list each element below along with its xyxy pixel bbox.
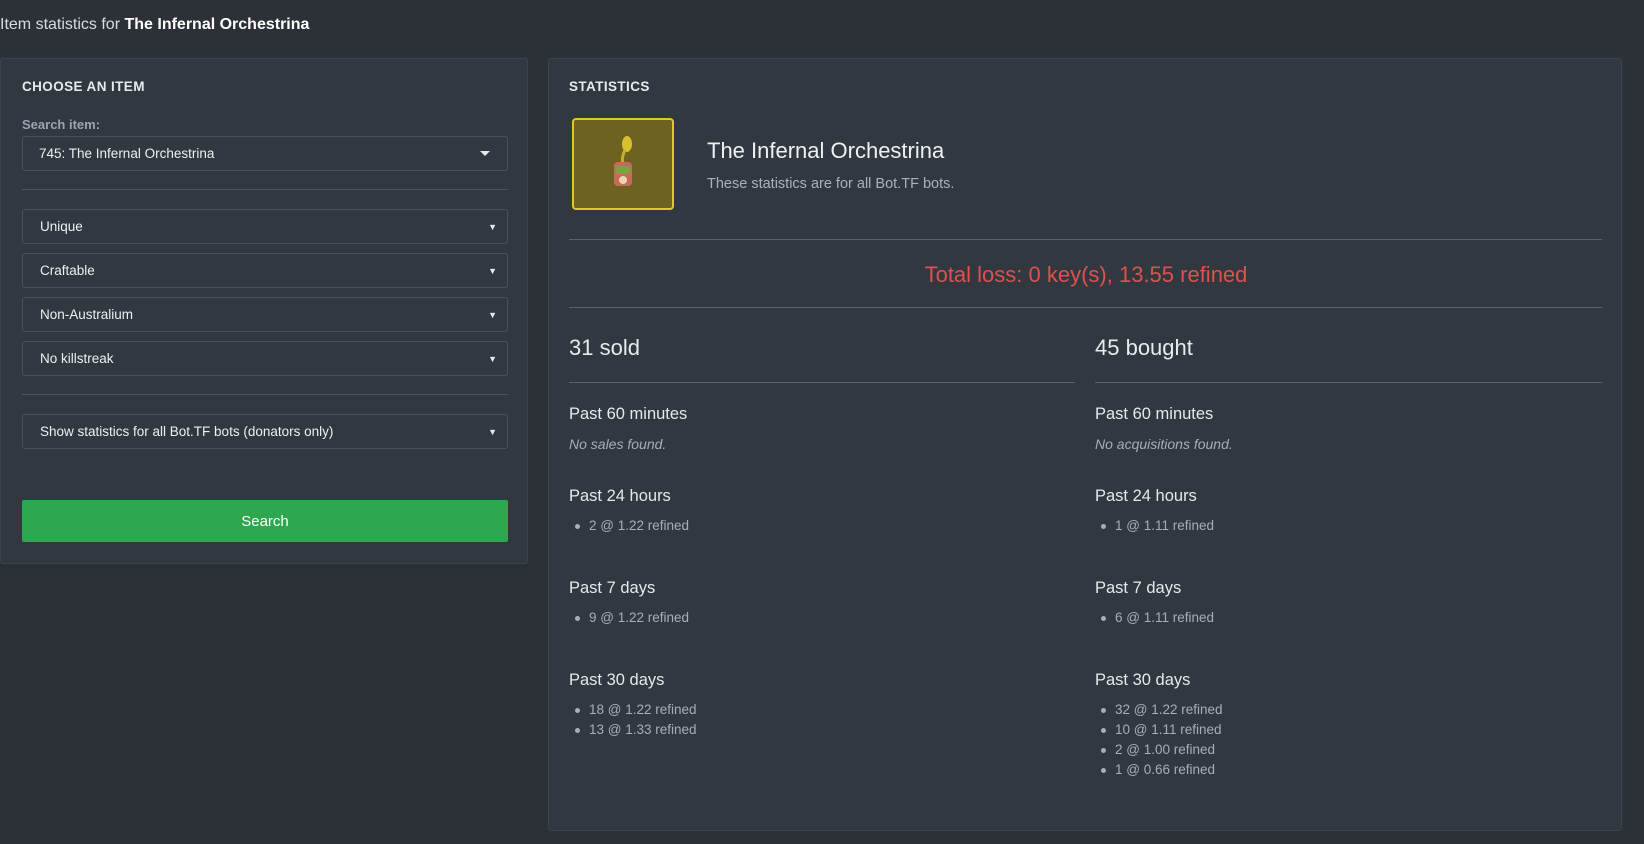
list-item: 2 @ 1.00 refined bbox=[1101, 740, 1223, 760]
divider bbox=[1095, 382, 1602, 383]
list-item: 10 @ 1.11 refined bbox=[1101, 720, 1223, 740]
list-item: 6 @ 1.11 refined bbox=[1101, 608, 1214, 628]
sold-past-24-hours-list: 2 @ 1.22 refined bbox=[575, 516, 689, 536]
sold-past-7-days-label: Past 7 days bbox=[569, 579, 656, 597]
list-item: 9 @ 1.22 refined bbox=[575, 608, 689, 628]
chevron-down-icon: ▼ bbox=[488, 309, 497, 320]
page-title: Item statistics for The Infernal Orchest… bbox=[0, 16, 309, 34]
australium-select[interactable]: Non-Australium ▼ bbox=[22, 297, 508, 332]
music-box-icon bbox=[614, 136, 632, 186]
total-loss: Total loss: 0 key(s), 13.55 refined bbox=[924, 262, 1248, 287]
list-item: 1 @ 1.11 refined bbox=[1101, 516, 1214, 536]
bought-empty-message: No acquisitions found. bbox=[1095, 436, 1233, 452]
search-item-label: Search item: bbox=[22, 117, 101, 132]
sold-past-7-days-list: 9 @ 1.22 refined bbox=[575, 608, 689, 628]
list-item: 18 @ 1.22 refined bbox=[575, 700, 697, 720]
quality-select-value: Unique bbox=[40, 219, 83, 234]
divider bbox=[22, 189, 508, 190]
bot-scope-select-value: Show statistics for all Bot.TF bots (don… bbox=[40, 424, 334, 439]
sold-past-24-hours-label: Past 24 hours bbox=[569, 487, 671, 505]
search-button[interactable]: Search bbox=[22, 500, 508, 542]
chevron-down-icon: ▼ bbox=[488, 426, 497, 437]
bought-past-30-days-list: 32 @ 1.22 refined 10 @ 1.11 refined 2 @ … bbox=[1101, 700, 1223, 780]
choose-item-title: CHOOSE AN ITEM bbox=[22, 79, 145, 94]
item-name: The Infernal Orchestrina bbox=[707, 138, 945, 163]
quality-select[interactable]: Unique ▼ bbox=[22, 209, 508, 244]
divider bbox=[22, 394, 508, 395]
craftable-select[interactable]: Craftable ▼ bbox=[22, 253, 508, 288]
page-title-prefix: Item statistics for bbox=[0, 16, 121, 33]
chevron-down-icon: ▼ bbox=[488, 221, 497, 232]
craftable-select-value: Craftable bbox=[40, 263, 95, 278]
chevron-down-icon: ▼ bbox=[488, 353, 497, 364]
bought-heading: 45 bought bbox=[1095, 335, 1193, 360]
killstreak-select[interactable]: No killstreak ▼ bbox=[22, 341, 508, 376]
sold-past-60-minutes-label: Past 60 minutes bbox=[569, 405, 688, 423]
bought-past-7-days-label: Past 7 days bbox=[1095, 579, 1182, 597]
divider bbox=[569, 307, 1602, 308]
sold-past-30-days-list: 18 @ 1.22 refined 13 @ 1.33 refined bbox=[575, 700, 697, 740]
item-search-combobox[interactable]: 745: The Infernal Orchestrina bbox=[22, 136, 508, 171]
divider bbox=[569, 382, 1075, 383]
bought-past-30-days-label: Past 30 days bbox=[1095, 671, 1191, 689]
sold-heading: 31 sold bbox=[569, 335, 640, 360]
bought-past-60-minutes-label: Past 60 minutes bbox=[1095, 405, 1214, 423]
bought-past-7-days-list: 6 @ 1.11 refined bbox=[1101, 608, 1214, 628]
list-item: 1 @ 0.66 refined bbox=[1101, 760, 1223, 780]
item-search-value: 745: The Infernal Orchestrina bbox=[39, 146, 215, 161]
divider bbox=[569, 239, 1602, 240]
statistics-panel: STATISTICS The Infernal Orchestrina Thes… bbox=[548, 58, 1622, 831]
list-item: 2 @ 1.22 refined bbox=[575, 516, 689, 536]
sold-empty-message: No sales found. bbox=[569, 436, 667, 452]
bought-past-24-hours-list: 1 @ 1.11 refined bbox=[1101, 516, 1214, 536]
combobox-caret-icon bbox=[480, 151, 490, 156]
bought-past-24-hours-label: Past 24 hours bbox=[1095, 487, 1197, 505]
statistics-title: STATISTICS bbox=[569, 79, 650, 94]
killstreak-select-value: No killstreak bbox=[40, 351, 114, 366]
choose-item-panel: CHOOSE AN ITEM Search item: 745: The Inf… bbox=[0, 58, 528, 564]
list-item: 13 @ 1.33 refined bbox=[575, 720, 697, 740]
item-subtitle: These statistics are for all Bot.TF bots… bbox=[707, 176, 955, 192]
chevron-down-icon: ▼ bbox=[488, 265, 497, 276]
sold-past-30-days-label: Past 30 days bbox=[569, 671, 665, 689]
australium-select-value: Non-Australium bbox=[40, 307, 134, 322]
page-title-item: The Infernal Orchestrina bbox=[124, 16, 310, 33]
list-item: 32 @ 1.22 refined bbox=[1101, 700, 1223, 720]
item-image bbox=[572, 118, 674, 210]
bot-scope-select[interactable]: Show statistics for all Bot.TF bots (don… bbox=[22, 414, 508, 449]
